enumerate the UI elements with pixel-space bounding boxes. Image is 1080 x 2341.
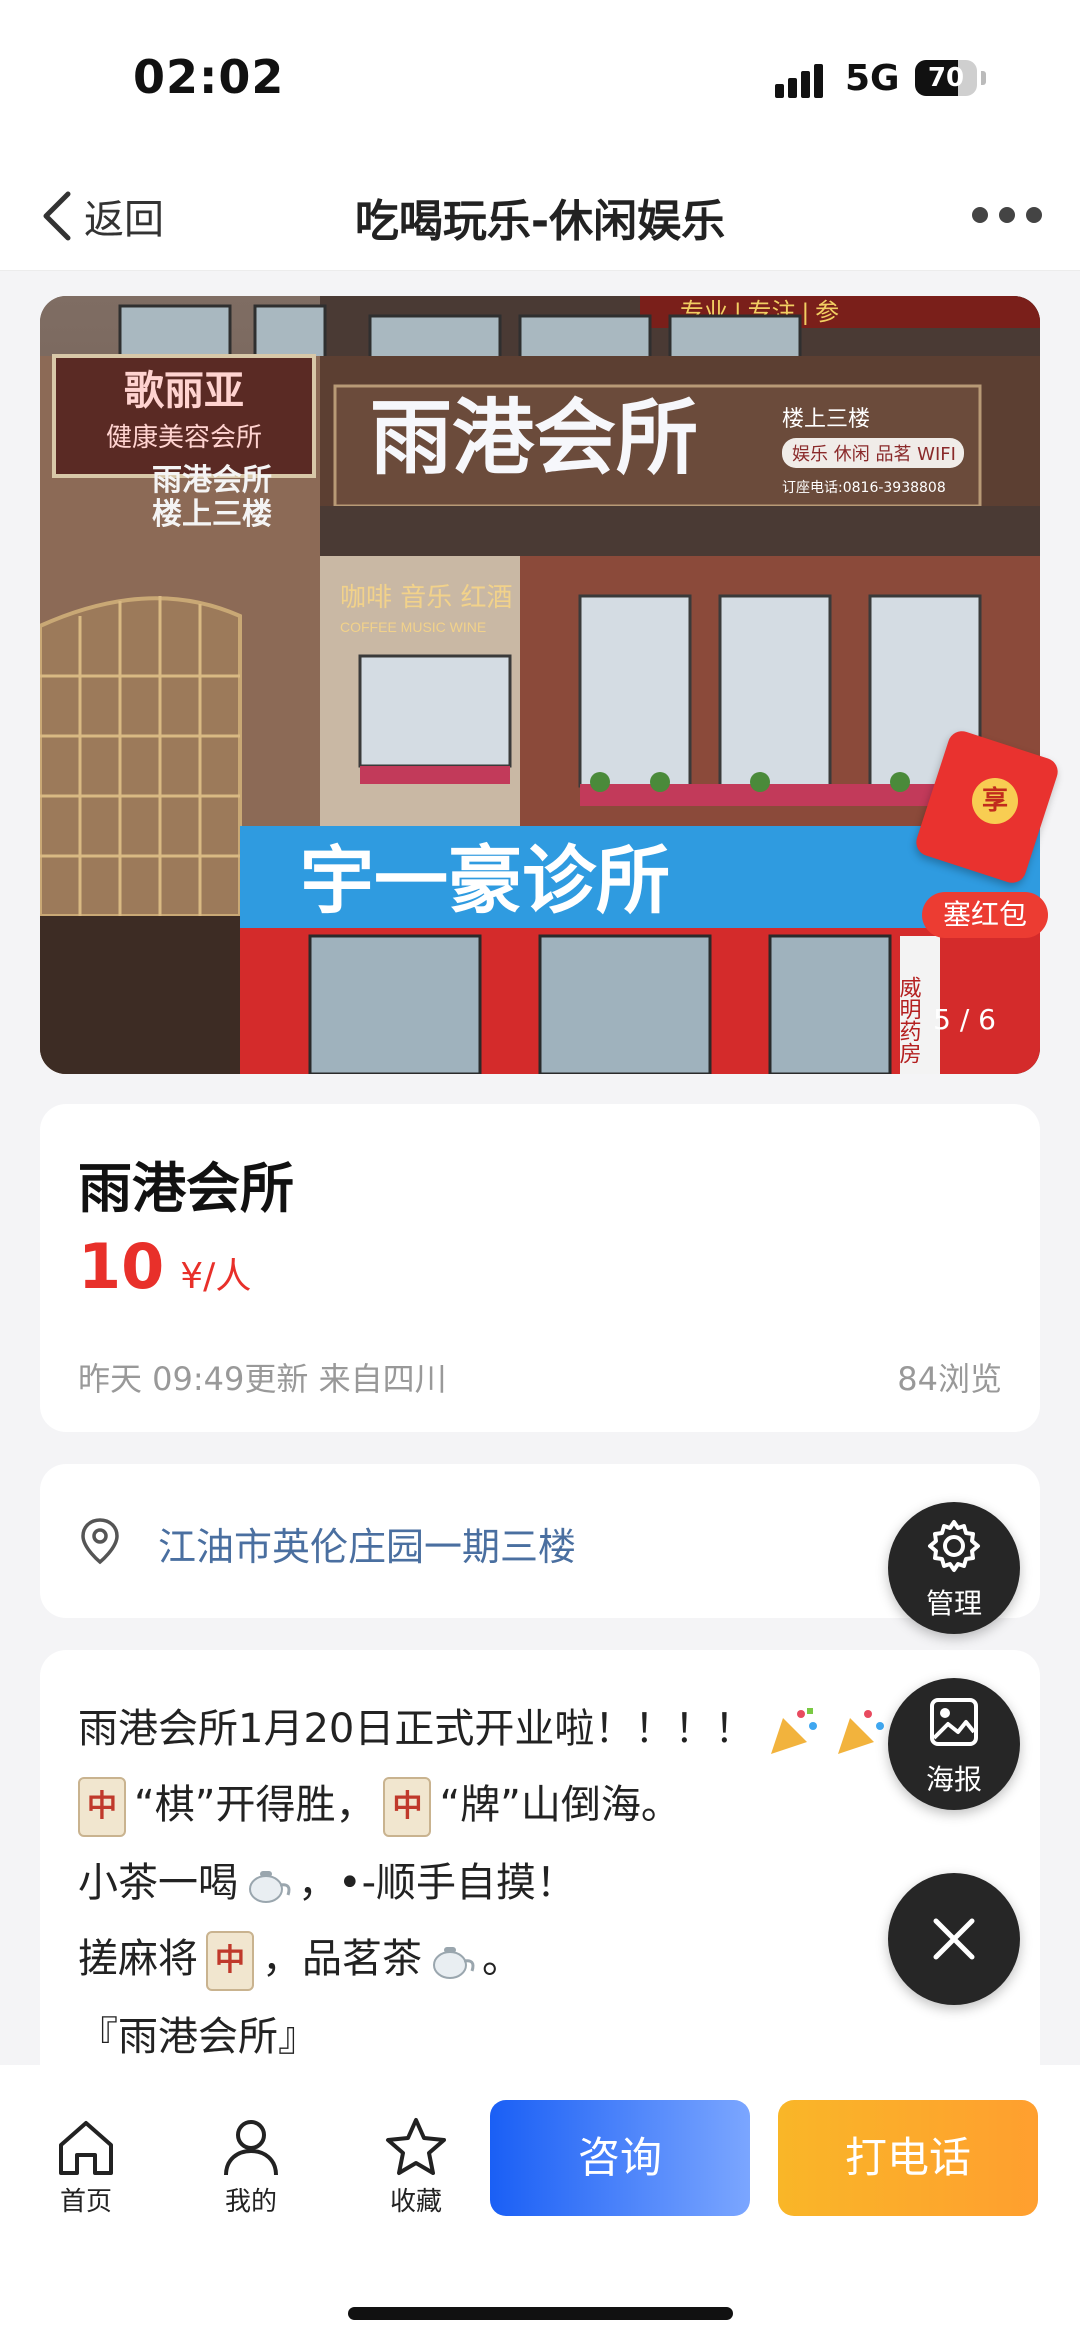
- left-sign-2: 楼上三楼: [152, 497, 272, 532]
- main-sign: 雨港会所: [370, 391, 698, 486]
- pharmacy-sign: 威明药房: [896, 976, 922, 1064]
- description-line-3b: ，•-顺手自摸！: [298, 1860, 577, 1906]
- tab-home[interactable]: 首页: [36, 2115, 136, 2218]
- hero-image[interactable]: 专业 | 专注 | 参 歌丽亚 健康美容会所 雨港会所 楼上三楼 雨港会所 楼上…: [40, 296, 1040, 1074]
- red-packet-button[interactable]: 享 塞红包: [912, 727, 1062, 942]
- status-bar: 02:02 5G 70: [0, 0, 1080, 160]
- more-dots-icon[interactable]: [972, 200, 1042, 230]
- mahjong-tile-icon: 中: [383, 1777, 432, 1837]
- party-popper-icon: [837, 1710, 884, 1754]
- nav-bar: 返回 吃喝玩乐-休闲娱乐: [0, 160, 1080, 271]
- description-line-4: 搓麻将中，品茗茶 。: [78, 1926, 522, 1991]
- description-line-2a: “棋”开得胜，: [134, 1782, 376, 1828]
- red-packet-coin: 享: [972, 778, 1018, 824]
- image-icon: [930, 1698, 978, 1746]
- description-line-1-text: 雨港会所1月20日正式开业啦！！！！: [78, 1706, 755, 1752]
- manage-button[interactable]: 管理: [888, 1502, 1020, 1634]
- description-line-4a: 搓麻将: [78, 1936, 198, 1982]
- gear-icon: [928, 1520, 980, 1572]
- price-line: 10 ¥/人: [78, 1230, 251, 1303]
- battery-level: 70: [927, 63, 965, 93]
- description-line-2: 中 “棋”开得胜，中 “牌”山倒海。: [78, 1772, 681, 1837]
- network-type: 5G: [845, 58, 900, 99]
- description-line-3a: 小茶一喝: [78, 1860, 238, 1906]
- address-text[interactable]: 江油市英伦庄园一期三楼: [158, 1516, 576, 1571]
- tab-mine[interactable]: 我的: [201, 2115, 301, 2218]
- home-indicator: [348, 2307, 733, 2320]
- user-icon: [224, 2120, 278, 2176]
- storefront-photo: 专业 | 专注 | 参 歌丽亚 健康美容会所 雨港会所 楼上三楼 雨港会所 楼上…: [40, 296, 1040, 1074]
- close-fab-button[interactable]: [888, 1873, 1020, 2005]
- close-icon: [933, 1918, 975, 1960]
- main-floor-sign: 楼上三楼: [782, 407, 870, 432]
- description-line-1: 雨港会所1月20日正式开业啦！！！！: [78, 1696, 888, 1758]
- shop-info-card: 雨港会所 10 ¥/人 昨天 09:49更新 来自四川 84浏览: [40, 1104, 1040, 1432]
- poster-label: 海报: [925, 1763, 982, 1796]
- view-count: 84浏览: [897, 1360, 1002, 1398]
- battery-icon: 70: [915, 60, 977, 96]
- mahjong-tile-icon: 中: [78, 1777, 126, 1837]
- tab-favorite[interactable]: 收藏: [366, 2115, 466, 2218]
- price-value: 10: [78, 1230, 165, 1303]
- coffee-sign-en: COFFEE MUSIC WINE: [340, 619, 486, 635]
- battery-cap: [981, 71, 986, 85]
- beauty-sign-sub: 健康美容会所: [106, 423, 262, 453]
- party-popper-icon: [771, 1708, 818, 1754]
- page-title: 吃喝玩乐-休闲娱乐: [354, 196, 726, 247]
- teapot-icon: [433, 1947, 475, 1979]
- poster-button[interactable]: 海报: [888, 1678, 1020, 1810]
- shop-name: 雨港会所: [78, 1157, 294, 1220]
- mahjong-tile-icon: 中: [206, 1931, 254, 1991]
- clinic-sign: 宇一豪诊所: [300, 838, 670, 924]
- consult-button[interactable]: 咨询: [490, 2100, 750, 2216]
- description-line-4b: ，品茗茶: [262, 1936, 422, 1982]
- star-icon: [386, 2118, 446, 2175]
- location-pin-icon: [81, 1518, 119, 1565]
- image-pager: 5 / 6: [933, 1003, 996, 1036]
- tab-favorite-label: 收藏: [389, 2187, 442, 2217]
- description-line-2b: “牌”山倒海。: [439, 1782, 681, 1828]
- description-card: 雨港会所1月20日正式开业啦！！！！ 中 “棋”开得胜，中 “牌”山倒海。 小茶一喝…: [40, 1650, 1040, 2130]
- manage-label: 管理: [925, 1587, 982, 1620]
- update-meta: 昨天 09:49更新 来自四川: [78, 1360, 447, 1398]
- bottom-action-bar: 首页 我的 收藏 咨询 打电话: [0, 2065, 1080, 2341]
- teapot-icon: [249, 1871, 291, 1903]
- call-button[interactable]: 打电话: [778, 2100, 1038, 2216]
- description-line-4c: 。: [482, 1936, 522, 1982]
- beauty-sign: 歌丽亚: [124, 368, 244, 414]
- home-icon: [59, 2121, 113, 2175]
- status-time: 02:02: [133, 50, 285, 104]
- coffee-sign: 咖啡 音乐 红酒: [340, 583, 513, 613]
- main-tags-sign: 娱乐 休闲 品茗 WIFI: [792, 444, 956, 465]
- tab-mine-label: 我的: [224, 2187, 277, 2217]
- price-unit: ¥/人: [180, 1256, 252, 1297]
- tab-home-label: 首页: [59, 2187, 112, 2217]
- description-line-3: 小茶一喝 ，•-顺手自摸！: [78, 1850, 576, 1908]
- description-line-5: 『雨港会所』: [78, 2014, 318, 2060]
- left-sign-1: 雨港会所: [152, 463, 272, 498]
- signal-icon: [775, 62, 835, 98]
- red-packet-label: 塞红包: [922, 892, 1048, 938]
- main-phone-sign: 订座电话:0816-3938808: [782, 480, 946, 496]
